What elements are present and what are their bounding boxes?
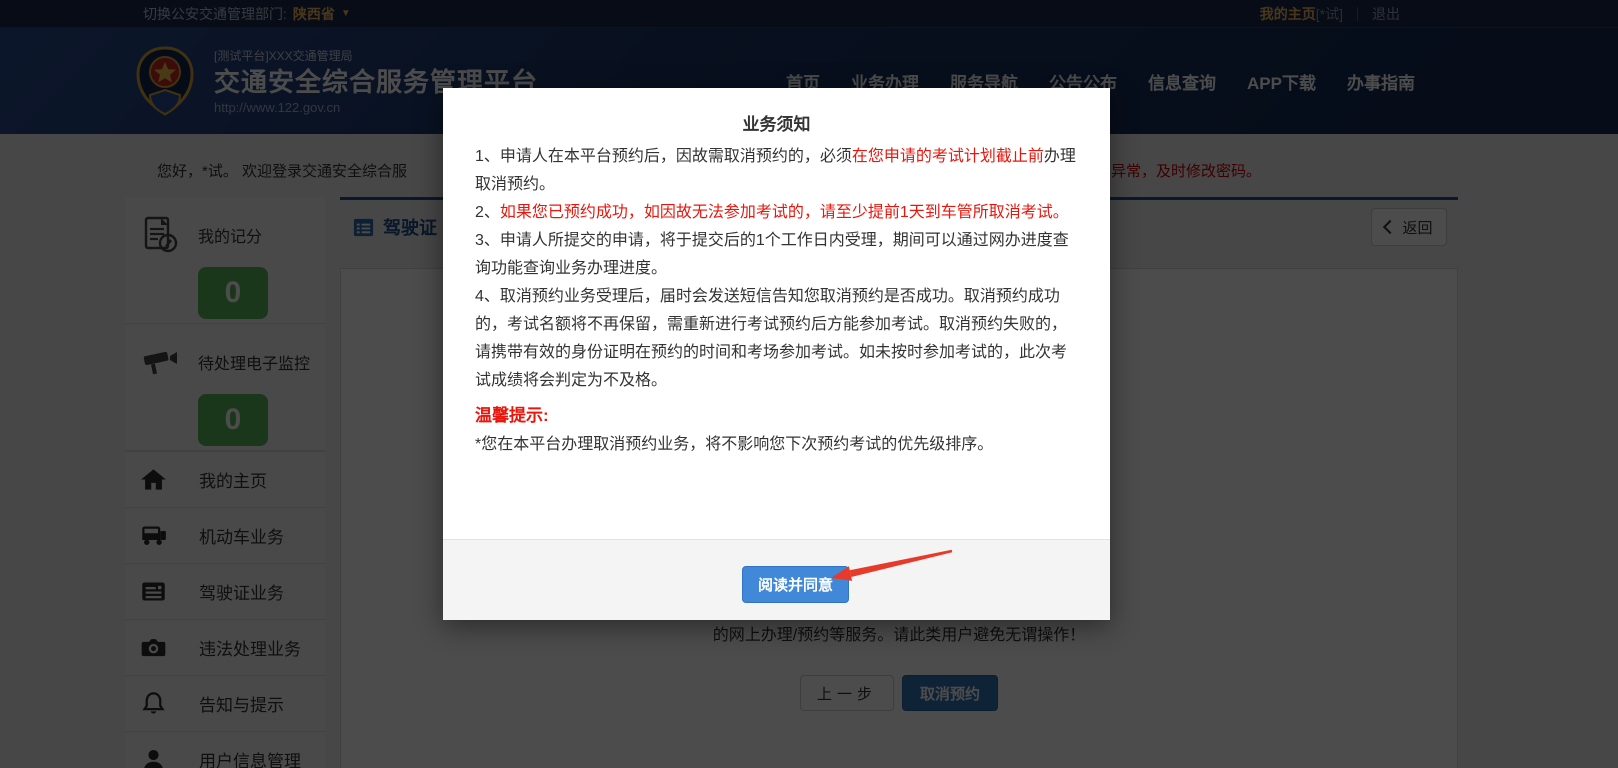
modal-footer: 阅读并同意 (443, 539, 1110, 620)
notice-item: 2、如果您已预约成功，如因故无法参加考试的，请至少提前1天到车管所取消考试。 (475, 204, 1069, 221)
notice-item: 4、取消预约业务受理后，届时会发送短信告知您取消预约是否成功。取消预约成功的，考… (475, 288, 1068, 389)
modal-title: 业务须知 (742, 115, 811, 134)
notice-modal: 业务须知 1、申请人在本平台预约后，因故需取消预约的，必须在您申请的考试计划截止… (443, 88, 1110, 620)
warm-tip-title: 温馨提示: (475, 406, 549, 425)
page: 切换公安交通管理部门: 陕西省 ▼ 我的主页 [*试] 退出 [测试平台]XXX… (0, 0, 1618, 768)
notice-item: 3、申请人所提交的申请，将于提交后的1个工作日内受理，期间可以通过网办进度查询功… (475, 232, 1069, 277)
notice-red-text: 在您申请的考试计划截止前 (851, 148, 1044, 165)
notice-item: 1、申请人在本平台预约后，因故需取消预约的，必须在您申请的考试计划截止前办理取消… (475, 148, 1076, 193)
notice-red-text: 如果您已预约成功，如因故无法参加考试的，请至少提前1天到车管所取消考试。 (499, 204, 1069, 221)
warm-tip-text: *您在本平台办理取消预约业务，将不影响您下次预约考试的优先级排序。 (475, 436, 994, 453)
agree-button[interactable]: 阅读并同意 (742, 566, 850, 603)
notice-list: 1、申请人在本平台预约后，因故需取消预约的，必须在您申请的考试计划截止前办理取消… (475, 143, 1078, 395)
